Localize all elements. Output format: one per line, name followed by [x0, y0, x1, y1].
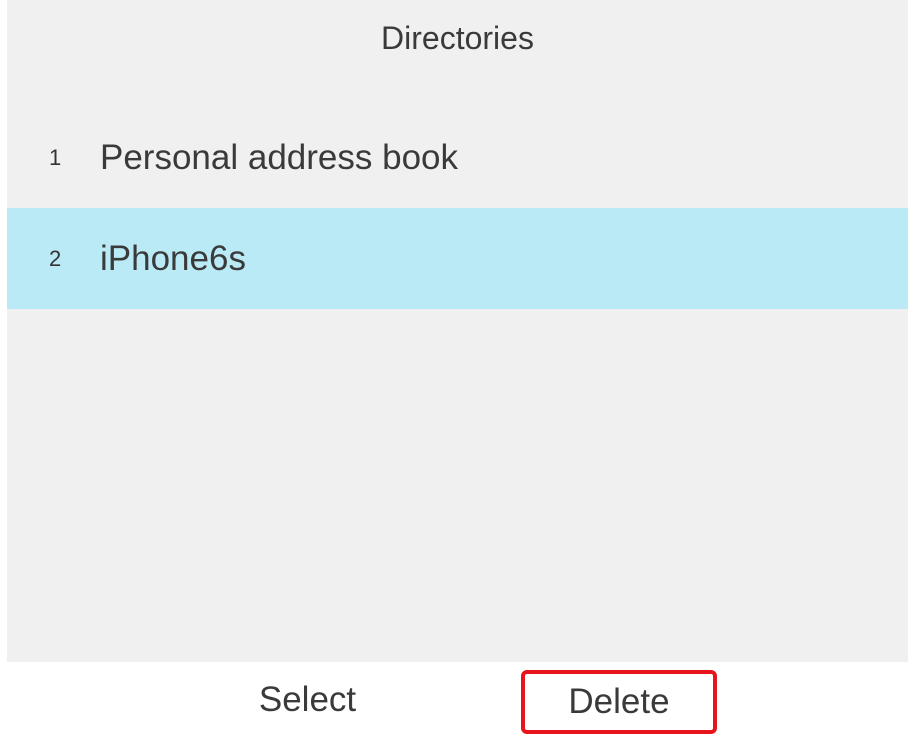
delete-softkey[interactable]: Delete	[521, 670, 717, 734]
list-item-personal-address-book[interactable]: 1 Personal address book	[7, 107, 908, 208]
select-softkey[interactable]: Select	[230, 670, 385, 730]
list-item-number: 1	[49, 144, 62, 170]
list-item-label: iPhone6s	[100, 238, 246, 278]
list-item-iphone6s[interactable]: 2 iPhone6s	[7, 208, 908, 309]
list-item-number: 2	[49, 245, 62, 271]
list-item-label: Personal address book	[100, 137, 458, 177]
phone-screen: Directories 1 Personal address book 2 iP…	[7, 0, 908, 662]
page-title: Directories	[381, 20, 534, 56]
softkey-bar: Select Delete	[0, 662, 908, 734]
directory-list: 1 Personal address book 2 iPhone6s	[7, 107, 908, 309]
